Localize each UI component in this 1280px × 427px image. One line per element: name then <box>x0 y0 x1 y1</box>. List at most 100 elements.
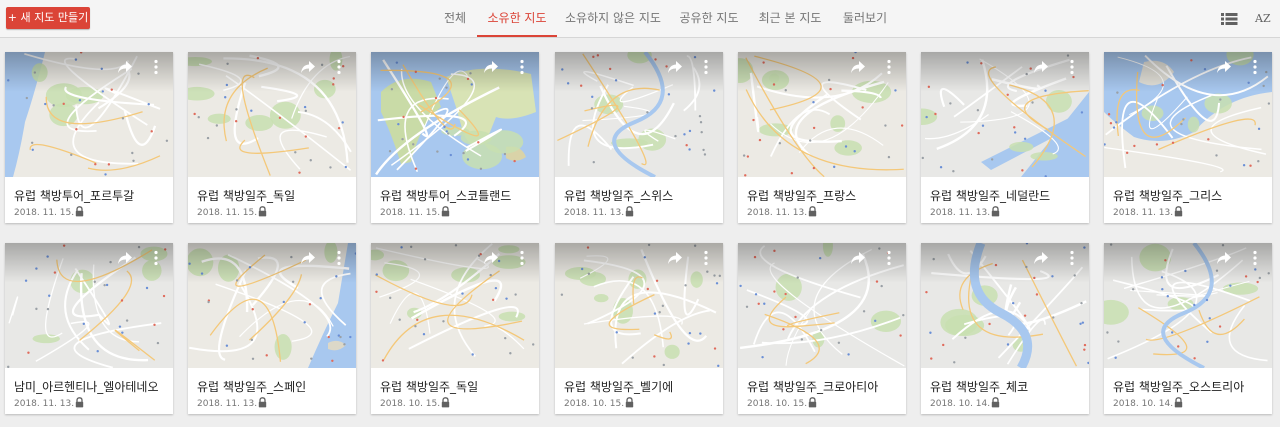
lock-icon <box>808 397 817 408</box>
more-options-icon[interactable] <box>886 250 892 266</box>
map-card[interactable]: 유럽 책방일주_벨기에 2018. 10. 15. <box>555 243 723 414</box>
tab-all[interactable]: 전체 <box>440 0 470 37</box>
map-card[interactable]: 유럽 책방일주_독일 2018. 10. 15. <box>371 243 539 414</box>
more-options-icon[interactable] <box>153 250 159 266</box>
lock-icon <box>991 206 1000 217</box>
share-icon[interactable] <box>1216 251 1232 265</box>
share-icon[interactable] <box>117 251 133 265</box>
lock-icon <box>258 397 267 408</box>
map-card[interactable]: 유럽 책방투어_스코틀랜드 2018. 11. 15. <box>371 52 539 223</box>
map-thumbnail[interactable] <box>738 52 906 177</box>
new-map-button[interactable]: + 새 지도 만들기 <box>6 7 90 29</box>
map-title: 유럽 책방일주_체코 <box>930 380 1029 394</box>
map-title: 유럽 책방일주_오스트리아 <box>1113 380 1245 394</box>
share-icon[interactable] <box>483 251 499 265</box>
map-date: 2018. 11. 13. <box>747 208 808 218</box>
more-options-icon[interactable] <box>886 59 892 75</box>
map-thumbnail[interactable] <box>921 52 1089 177</box>
sort-az-icon[interactable]: AZ <box>1255 10 1275 28</box>
map-card[interactable]: 유럽 책방일주_네덜란드 2018. 11. 13. <box>921 52 1089 223</box>
list-view-icon[interactable] <box>1220 10 1238 28</box>
lock-icon <box>441 206 450 217</box>
map-thumbnail[interactable] <box>371 52 539 177</box>
lock-icon <box>75 206 84 217</box>
lock-icon <box>808 206 817 217</box>
share-icon[interactable] <box>850 60 866 74</box>
lock-icon <box>991 397 1000 408</box>
map-thumbnail[interactable] <box>5 52 173 177</box>
tab-shared-maps[interactable]: 공유한 지도 <box>676 0 742 37</box>
map-card[interactable]: 유럽 책방일주_프랑스 2018. 11. 13. <box>738 52 906 223</box>
map-card[interactable]: 유럽 책방일주_크로아티아 2018. 10. 15. <box>738 243 906 414</box>
lock-icon <box>75 397 84 408</box>
map-date: 2018. 11. 15. <box>197 208 258 218</box>
share-icon[interactable] <box>1033 251 1049 265</box>
more-options-icon[interactable] <box>1069 59 1075 75</box>
map-thumbnail[interactable] <box>188 52 356 177</box>
map-thumbnail[interactable] <box>188 243 356 368</box>
map-card[interactable]: 유럽 책방일주_독일 2018. 11. 15. <box>188 52 356 223</box>
map-thumbnail[interactable] <box>555 52 723 177</box>
tab-recent-maps[interactable]: 최근 본 지도 <box>754 0 826 37</box>
lock-icon <box>625 397 634 408</box>
map-card[interactable]: 유럽 책방일주_스페인 2018. 11. 13. <box>188 243 356 414</box>
map-title: 유럽 책방일주_독일 <box>380 380 479 394</box>
map-card[interactable]: 유럽 책방일주_체코 2018. 10. 14. <box>921 243 1089 414</box>
share-icon[interactable] <box>667 251 683 265</box>
map-thumbnail[interactable] <box>555 243 723 368</box>
map-date: 2018. 11. 15. <box>14 208 75 218</box>
tab-not-owned-maps[interactable]: 소유하지 않은 지도 <box>563 0 663 37</box>
map-title: 남미_아르헨티나_엘아테네오 <box>14 380 159 394</box>
more-options-icon[interactable] <box>519 59 525 75</box>
share-icon[interactable] <box>300 251 316 265</box>
lock-icon <box>441 397 450 408</box>
tab-owned-maps[interactable]: 소유한 지도 <box>477 0 557 37</box>
share-icon[interactable] <box>483 60 499 74</box>
share-icon[interactable] <box>667 60 683 74</box>
map-title: 유럽 책방일주_스위스 <box>564 189 674 203</box>
map-title: 유럽 책방일주_스페인 <box>197 380 307 394</box>
tab-explore[interactable]: 둘러보기 <box>838 0 892 37</box>
more-options-icon[interactable] <box>336 59 342 75</box>
map-card[interactable]: 남미_아르헨티나_엘아테네오 2018. 11. 13. <box>5 243 173 414</box>
more-options-icon[interactable] <box>1069 250 1075 266</box>
more-options-icon[interactable] <box>703 250 709 266</box>
share-icon[interactable] <box>1216 60 1232 74</box>
lock-icon <box>1174 397 1183 408</box>
more-options-icon[interactable] <box>1252 59 1258 75</box>
map-date: 2018. 11. 13. <box>197 399 258 409</box>
map-date: 2018. 11. 13. <box>1113 208 1174 218</box>
more-options-icon[interactable] <box>336 250 342 266</box>
map-date: 2018. 10. 14. <box>1113 399 1174 409</box>
map-title: 유럽 책방투어_스코틀랜드 <box>380 189 512 203</box>
map-card[interactable]: 유럽 책방일주_오스트리아 2018. 10. 14. <box>1104 243 1272 414</box>
map-title: 유럽 책방일주_독일 <box>197 189 296 203</box>
lock-icon <box>625 206 634 217</box>
map-date: 2018. 11. 13. <box>930 208 991 218</box>
map-thumbnail[interactable] <box>738 243 906 368</box>
map-title: 유럽 책방일주_그리스 <box>1113 189 1223 203</box>
map-date: 2018. 11. 15. <box>380 208 441 218</box>
map-card[interactable]: 유럽 책방일주_그리스 2018. 11. 13. <box>1104 52 1272 223</box>
map-thumbnail[interactable] <box>921 243 1089 368</box>
lock-icon <box>1174 206 1183 217</box>
share-icon[interactable] <box>300 60 316 74</box>
map-thumbnail[interactable] <box>1104 243 1272 368</box>
map-card[interactable]: 유럽 책방투어_포르투갈 2018. 11. 15. <box>5 52 173 223</box>
more-options-icon[interactable] <box>703 59 709 75</box>
share-icon[interactable] <box>1033 60 1049 74</box>
map-title: 유럽 책방일주_프랑스 <box>747 189 857 203</box>
map-thumbnail[interactable] <box>1104 52 1272 177</box>
map-thumbnail[interactable] <box>371 243 539 368</box>
map-thumbnail[interactable] <box>5 243 173 368</box>
map-date: 2018. 10. 15. <box>747 399 808 409</box>
more-options-icon[interactable] <box>519 250 525 266</box>
more-options-icon[interactable] <box>1252 250 1258 266</box>
top-toolbar: + 새 지도 만들기 전체 소유한 지도 소유하지 않은 지도 공유한 지도 최… <box>0 0 1280 38</box>
map-date: 2018. 10. 15. <box>564 399 625 409</box>
more-options-icon[interactable] <box>153 59 159 75</box>
share-icon[interactable] <box>117 60 133 74</box>
map-title: 유럽 책방일주_네덜란드 <box>930 189 1051 203</box>
map-card[interactable]: 유럽 책방일주_스위스 2018. 11. 13. <box>555 52 723 223</box>
share-icon[interactable] <box>850 251 866 265</box>
